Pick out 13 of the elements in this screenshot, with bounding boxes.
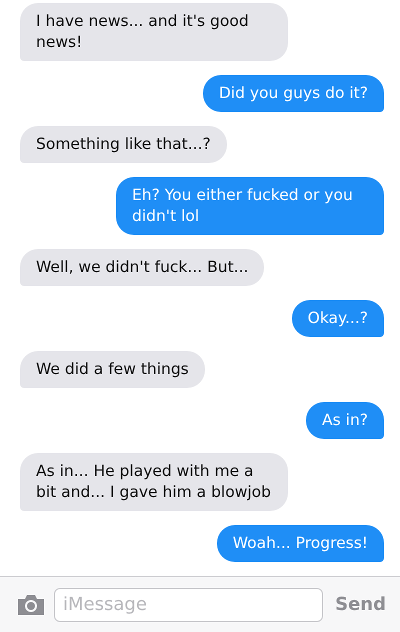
send-button[interactable]: Send [331,594,386,615]
received-message-bubble: We did a few things [20,351,205,388]
received-message-bubble: Well, we didn't fuck... But... [20,249,264,286]
received-message-bubble: As in... He played with me a bit and... I gave him a blowjob [20,453,288,511]
sent-message-bubble: Woah... Progress! [216,525,384,562]
sent-message-bubble: Did you guys do it? [202,75,384,112]
sent-message-bubble: Eh? You either fucked or you didn't lol [116,177,384,235]
sent-message-bubble: As in? [306,402,384,439]
received-message-bubble: Something like that...? [20,126,227,163]
sent-message-bubble: Okay...? [292,300,384,337]
message-input-field[interactable]: iMessage [54,588,324,622]
received-message-bubble: I have news... and it's good news! [20,3,288,61]
camera-icon[interactable] [16,594,46,616]
